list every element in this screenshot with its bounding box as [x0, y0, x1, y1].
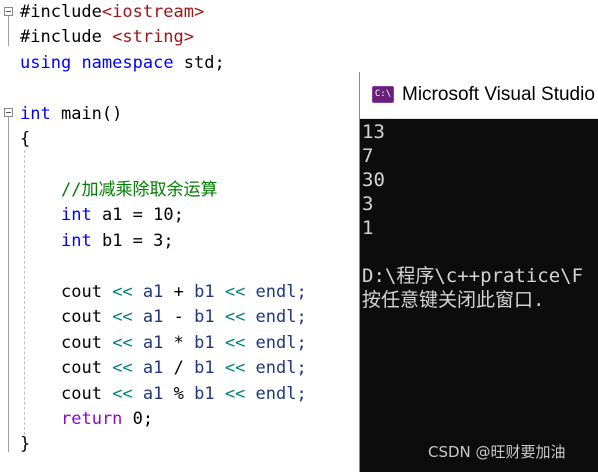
- variable: a1: [142, 307, 164, 327]
- console-path-line: D:\程序\c++pratice\F: [362, 265, 584, 287]
- console-title: Microsoft Visual Studio: [402, 84, 595, 105]
- keyword: namespace: [81, 53, 174, 73]
- console-output-line: 7: [362, 145, 374, 167]
- console-titlebar[interactable]: C:\ Microsoft Visual Studio: [360, 72, 598, 119]
- code-line-decl-b1[interactable]: int b1 = 3;: [61, 229, 174, 253]
- arithmetic-operator: %: [163, 384, 195, 404]
- function-signature: main(): [50, 104, 123, 124]
- code-text: b1 = 3;: [91, 231, 174, 251]
- console-output-line: 1: [362, 217, 374, 239]
- variable: a1: [142, 358, 164, 378]
- cout-identifier: cout: [61, 384, 102, 404]
- variable: b1: [194, 384, 215, 404]
- code-text: a1 = 10;: [91, 205, 184, 225]
- code-line-cout[interactable]: cout << a1 / b1 << endl;: [61, 356, 307, 380]
- endl-identifier: endl;: [255, 333, 307, 353]
- stream-operator: <<: [101, 384, 143, 404]
- comment: //加减乘除取余运算: [61, 180, 218, 200]
- type-keyword: int: [61, 231, 92, 251]
- variable: b1: [194, 358, 215, 378]
- code-line-cout[interactable]: cout << a1 + b1 << endl;: [61, 280, 307, 304]
- arithmetic-operator: /: [163, 358, 195, 378]
- stream-operator: <<: [101, 282, 143, 302]
- variable: a1: [142, 282, 164, 302]
- code-line-include-string[interactable]: #include <string>: [20, 25, 194, 49]
- variable: a1: [142, 333, 164, 353]
- console-output-line: 3: [362, 193, 374, 215]
- preprocessor-directive: #include: [20, 27, 113, 47]
- stream-operator: <<: [101, 358, 143, 378]
- stream-operator: <<: [214, 358, 256, 378]
- code-line-cout[interactable]: cout << a1 * b1 << endl;: [61, 331, 307, 355]
- console-output-line: 13: [362, 121, 385, 143]
- watermark: CSDN @旺财要加油: [428, 443, 566, 461]
- variable: b1: [194, 333, 215, 353]
- stream-operator: <<: [214, 307, 256, 327]
- arithmetic-operator: -: [163, 307, 195, 327]
- code-line-comment[interactable]: //加减乘除取余运算: [61, 178, 217, 202]
- code-text: std;: [173, 53, 225, 73]
- include-header: <string>: [112, 27, 195, 47]
- code-line-open-brace[interactable]: {: [20, 127, 30, 151]
- console-prompt-line: 按任意键关闭此窗口.: [362, 289, 545, 311]
- console-window[interactable]: C:\ Microsoft Visual Studio 13 7 30 3 1 …: [360, 72, 598, 472]
- stream-operator: <<: [214, 384, 256, 404]
- endl-identifier: endl;: [255, 358, 307, 378]
- code-line-return[interactable]: return 0;: [61, 407, 153, 431]
- endl-identifier: endl;: [255, 307, 307, 327]
- preprocessor-directive: #include: [20, 2, 102, 22]
- type-keyword: int: [61, 205, 92, 225]
- code-line-decl-a1[interactable]: int a1 = 10;: [61, 203, 184, 227]
- console-app-icon: C:\: [372, 86, 394, 103]
- collapse-main-icon[interactable]: [4, 108, 13, 117]
- arithmetic-operator: +: [163, 282, 195, 302]
- code-line-include-iostream[interactable]: #include<iostream>: [20, 0, 204, 24]
- endl-identifier: endl;: [255, 282, 307, 302]
- brace: }: [20, 434, 31, 454]
- fold-line: [8, 117, 9, 452]
- code-line-cout[interactable]: cout << a1 - b1 << endl;: [61, 305, 307, 329]
- collapse-include-icon[interactable]: [4, 7, 13, 16]
- cout-identifier: cout: [61, 358, 102, 378]
- code-line-using-namespace[interactable]: using namespace std;: [20, 51, 225, 75]
- cout-identifier: cout: [61, 333, 102, 353]
- code-line-cout[interactable]: cout << a1 % b1 << endl;: [61, 382, 307, 406]
- cout-identifier: cout: [61, 307, 102, 327]
- brace: {: [20, 129, 31, 149]
- console-output-line: 30: [362, 169, 385, 191]
- variable: b1: [194, 282, 215, 302]
- arithmetic-operator: *: [163, 333, 195, 353]
- code-line-main[interactable]: int main(): [20, 102, 122, 126]
- code-line-close-brace[interactable]: }: [20, 432, 30, 456]
- code-text: 0;: [122, 409, 154, 429]
- stream-operator: <<: [214, 282, 256, 302]
- include-header: <iostream>: [101, 2, 205, 22]
- keyword: using: [20, 53, 72, 73]
- variable: a1: [142, 384, 164, 404]
- stream-operator: <<: [214, 333, 256, 353]
- endl-identifier: endl;: [255, 384, 307, 404]
- stream-operator: <<: [101, 307, 143, 327]
- type-keyword: int: [20, 104, 51, 124]
- stream-operator: <<: [101, 333, 143, 353]
- return-keyword: return: [61, 409, 123, 429]
- fold-line: [8, 16, 9, 46]
- indent-guide: [24, 150, 25, 440]
- cout-identifier: cout: [61, 282, 102, 302]
- console-icon-label: C:\: [374, 89, 392, 99]
- variable: b1: [194, 307, 215, 327]
